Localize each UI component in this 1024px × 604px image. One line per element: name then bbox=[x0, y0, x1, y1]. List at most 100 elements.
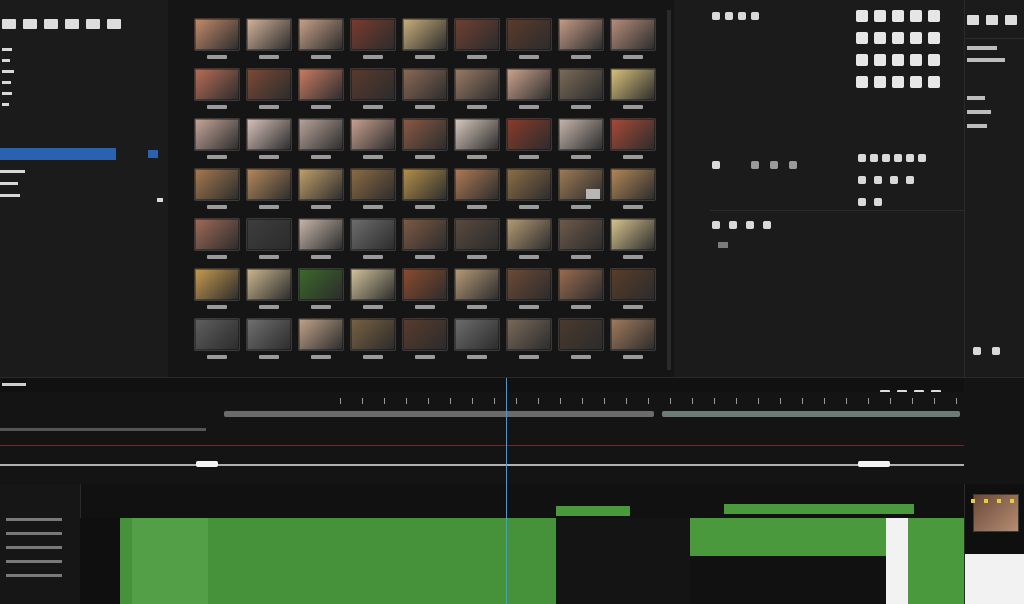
thumbnail-item[interactable] bbox=[350, 268, 396, 309]
control-icon[interactable] bbox=[992, 347, 1001, 355]
thumbnail-item[interactable] bbox=[402, 68, 448, 109]
tool-icon[interactable] bbox=[789, 161, 798, 169]
tab-icon[interactable] bbox=[23, 19, 38, 29]
thumbnail-item[interactable] bbox=[506, 18, 552, 59]
tab-icon[interactable] bbox=[65, 19, 80, 29]
tool-icon[interactable] bbox=[870, 154, 878, 162]
thumbnail-item[interactable] bbox=[246, 168, 292, 209]
thumbnail-item[interactable] bbox=[194, 218, 240, 259]
thumbnail-item[interactable] bbox=[298, 318, 344, 359]
thumbnail-item[interactable] bbox=[350, 118, 396, 159]
tool-icon[interactable] bbox=[892, 10, 904, 22]
tool-icon[interactable] bbox=[763, 221, 772, 229]
tool-icon[interactable] bbox=[910, 32, 922, 44]
thumbnail-item[interactable] bbox=[298, 18, 344, 59]
thumbnail-item[interactable] bbox=[610, 168, 656, 209]
thumbnail-item[interactable] bbox=[246, 218, 292, 259]
thumbnail-item[interactable] bbox=[298, 68, 344, 109]
tool-icon[interactable] bbox=[712, 221, 720, 229]
thumbnail-item[interactable] bbox=[402, 268, 448, 309]
tool-icon[interactable] bbox=[751, 161, 760, 169]
thumbnail-item[interactable] bbox=[402, 18, 448, 59]
thumbnail-item[interactable] bbox=[558, 218, 604, 259]
tab-icon[interactable] bbox=[986, 15, 999, 25]
tab-icon[interactable] bbox=[86, 19, 101, 29]
tool-icon[interactable] bbox=[928, 10, 940, 22]
tree-item[interactable] bbox=[0, 194, 20, 197]
thumbnail-item[interactable] bbox=[558, 118, 604, 159]
thumbnail-item[interactable] bbox=[350, 18, 396, 59]
timeline-ruler[interactable] bbox=[0, 392, 964, 406]
clip[interactable] bbox=[662, 411, 960, 417]
tool-icon[interactable] bbox=[712, 161, 720, 169]
clip[interactable] bbox=[224, 411, 654, 417]
tool-icon[interactable] bbox=[874, 54, 886, 66]
tool-icon[interactable] bbox=[856, 76, 868, 88]
tool-icon[interactable] bbox=[882, 154, 890, 162]
tool-icon[interactable] bbox=[918, 154, 926, 162]
tool-icon[interactable] bbox=[858, 198, 866, 206]
thumbnail-item[interactable] bbox=[194, 268, 240, 309]
control-icon[interactable] bbox=[967, 58, 1005, 62]
thumbnail-item[interactable] bbox=[506, 168, 552, 209]
thumbnail-item[interactable] bbox=[610, 18, 656, 59]
thumbnail-item[interactable] bbox=[194, 68, 240, 109]
thumbnail-item[interactable] bbox=[402, 218, 448, 259]
thumbnail-item[interactable] bbox=[194, 118, 240, 159]
marker[interactable] bbox=[858, 461, 890, 467]
tool-icon[interactable] bbox=[770, 161, 779, 169]
selected-tree-item[interactable] bbox=[0, 148, 116, 160]
thumbnail-item[interactable] bbox=[402, 168, 448, 209]
thumbnail-item[interactable] bbox=[298, 268, 344, 309]
thumbnail-item[interactable] bbox=[298, 218, 344, 259]
clip-top-green[interactable] bbox=[724, 504, 914, 514]
tool-icon[interactable] bbox=[856, 10, 868, 22]
thumbnail-item[interactable] bbox=[558, 268, 604, 309]
thumbnail-item[interactable] bbox=[506, 318, 552, 359]
tab-icon[interactable] bbox=[2, 19, 16, 29]
thumbnail-item[interactable] bbox=[610, 218, 656, 259]
thumbnail-item[interactable] bbox=[246, 318, 292, 359]
tree-item[interactable] bbox=[2, 92, 12, 95]
thumbnail-item[interactable] bbox=[350, 168, 396, 209]
thumbnail-item[interactable] bbox=[402, 318, 448, 359]
tool-icon[interactable] bbox=[858, 154, 866, 162]
thumbnail-item[interactable] bbox=[454, 18, 500, 59]
tool-icon[interactable] bbox=[712, 12, 720, 20]
tool-icon[interactable] bbox=[856, 54, 868, 66]
playhead[interactable] bbox=[506, 378, 507, 604]
tool-icon[interactable] bbox=[894, 154, 902, 162]
thumbnail-item[interactable] bbox=[246, 268, 292, 309]
thumbnail-item[interactable] bbox=[454, 318, 500, 359]
thumbnail-item[interactable] bbox=[402, 118, 448, 159]
thumbnail-item[interactable] bbox=[454, 68, 500, 109]
collapse-icon[interactable] bbox=[157, 198, 163, 202]
thumbnail-item[interactable] bbox=[558, 318, 604, 359]
tool-icon[interactable] bbox=[729, 221, 738, 229]
thumbnail-item[interactable] bbox=[246, 68, 292, 109]
control-icon[interactable] bbox=[967, 110, 991, 114]
thumbnail-item[interactable] bbox=[506, 118, 552, 159]
thumbnail-item[interactable] bbox=[454, 268, 500, 309]
control-icon[interactable] bbox=[967, 124, 987, 128]
thumbnail-item[interactable] bbox=[506, 218, 552, 259]
tool-icon[interactable] bbox=[892, 32, 904, 44]
thumbnail-item[interactable] bbox=[350, 68, 396, 109]
tree-item[interactable] bbox=[2, 48, 12, 51]
thumbnail-item[interactable] bbox=[246, 118, 292, 159]
tool-icon[interactable] bbox=[725, 12, 734, 20]
tool-icon[interactable] bbox=[874, 76, 886, 88]
thumbnail-item[interactable] bbox=[610, 118, 656, 159]
tool-icon[interactable] bbox=[890, 176, 898, 184]
tool-icon[interactable] bbox=[751, 12, 760, 20]
tool-icon[interactable] bbox=[928, 76, 940, 88]
thumbnail-item[interactable] bbox=[454, 218, 500, 259]
tab-icon[interactable] bbox=[967, 15, 979, 25]
tool-icon[interactable] bbox=[856, 32, 868, 44]
control-icon[interactable] bbox=[967, 96, 985, 100]
thumbnail-item[interactable] bbox=[246, 18, 292, 59]
tool-icon[interactable] bbox=[738, 12, 747, 20]
thumbnail-item[interactable] bbox=[454, 118, 500, 159]
control-icon[interactable] bbox=[967, 46, 997, 50]
tree-item[interactable] bbox=[2, 81, 11, 84]
